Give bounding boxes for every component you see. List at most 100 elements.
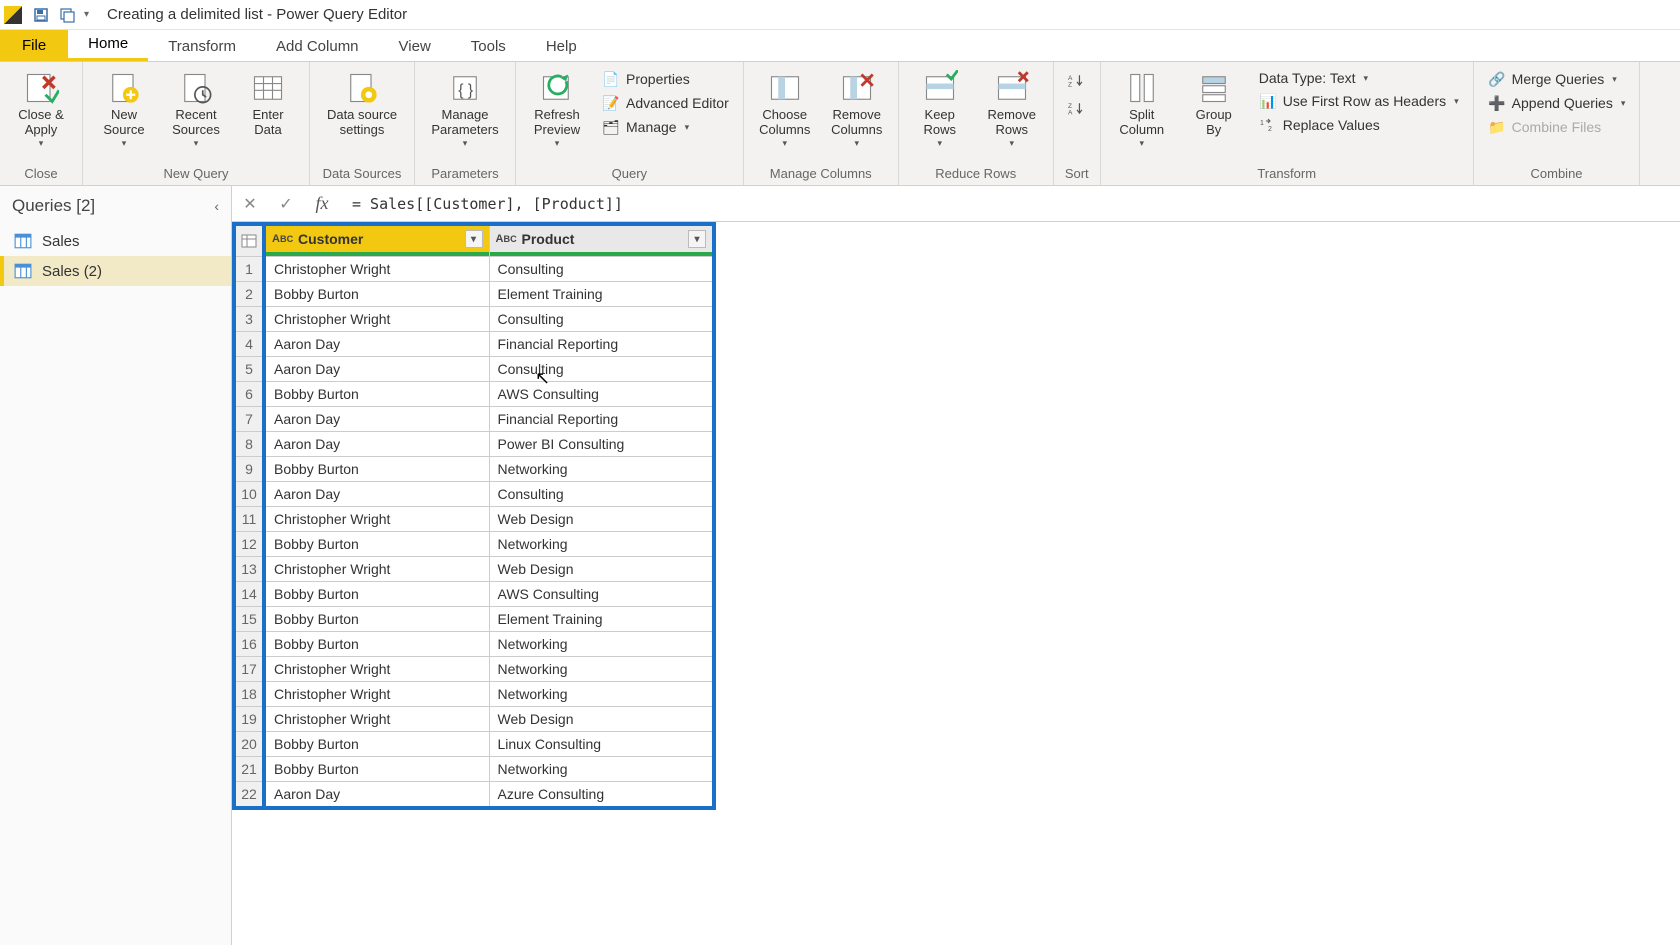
cell-product[interactable]: AWS Consulting [489, 582, 714, 607]
remove-columns-button[interactable]: Remove Columns▾ [822, 66, 892, 153]
cell-customer[interactable]: Bobby Burton [264, 732, 489, 757]
cell-product[interactable]: Networking [489, 632, 714, 657]
table-row[interactable]: 20Bobby BurtonLinux Consulting [234, 732, 714, 757]
tab-home[interactable]: Home [68, 29, 148, 61]
cell-customer[interactable]: Bobby Burton [264, 532, 489, 557]
cell-product[interactable]: Web Design [489, 557, 714, 582]
cell-customer[interactable]: Aaron Day [264, 782, 489, 809]
cell-customer[interactable]: Christopher Wright [264, 507, 489, 532]
table-row[interactable]: 22Aaron DayAzure Consulting [234, 782, 714, 809]
advanced-editor-button[interactable]: 📝Advanced Editor [598, 92, 733, 114]
cell-customer[interactable]: Aaron Day [264, 482, 489, 507]
cell-customer[interactable]: Christopher Wright [264, 707, 489, 732]
cell-customer[interactable]: Bobby Burton [264, 582, 489, 607]
table-row[interactable]: 21Bobby BurtonNetworking [234, 757, 714, 782]
properties-button[interactable]: 📄Properties [598, 68, 733, 90]
tab-tools[interactable]: Tools [451, 32, 526, 61]
choose-columns-button[interactable]: Choose Columns▾ [750, 66, 820, 153]
row-number[interactable]: 5 [234, 357, 264, 382]
row-number[interactable]: 19 [234, 707, 264, 732]
table-row[interactable]: 14Bobby BurtonAWS Consulting [234, 582, 714, 607]
row-number[interactable]: 21 [234, 757, 264, 782]
cell-product[interactable]: Element Training [489, 607, 714, 632]
row-number[interactable]: 4 [234, 332, 264, 357]
cell-customer[interactable]: Christopher Wright [264, 682, 489, 707]
row-number[interactable]: 6 [234, 382, 264, 407]
cell-product[interactable]: Financial Reporting [489, 407, 714, 432]
combine-files-button[interactable]: 📁Combine Files [1484, 116, 1630, 138]
data-type-button[interactable]: Data Type: Text▾ [1255, 68, 1463, 88]
table-row[interactable]: 1Christopher WrightConsulting [234, 257, 714, 282]
first-row-headers-button[interactable]: 📊Use First Row as Headers▾ [1255, 90, 1463, 112]
table-row[interactable]: 9Bobby BurtonNetworking [234, 457, 714, 482]
cell-product[interactable]: Power BI Consulting [489, 432, 714, 457]
table-row[interactable]: 11Christopher WrightWeb Design [234, 507, 714, 532]
formula-fx-icon[interactable]: fx [304, 190, 340, 218]
table-row[interactable]: 17Christopher WrightNetworking [234, 657, 714, 682]
sort-asc-button[interactable]: AZ [1064, 68, 1090, 94]
table-row[interactable]: 7Aaron DayFinancial Reporting [234, 407, 714, 432]
query-item-sales[interactable]: Sales [0, 226, 231, 256]
cell-product[interactable]: Consulting [489, 307, 714, 332]
cell-product[interactable]: Consulting [489, 357, 714, 382]
data-source-settings-button[interactable]: Data source settings [316, 66, 408, 142]
cell-product[interactable]: Networking [489, 757, 714, 782]
cell-customer[interactable]: Aaron Day [264, 432, 489, 457]
query-item-sales-2[interactable]: Sales (2) [0, 256, 231, 286]
table-row[interactable]: 15Bobby BurtonElement Training [234, 607, 714, 632]
split-column-button[interactable]: Split Column▾ [1107, 66, 1177, 153]
enter-data-button[interactable]: Enter Data [233, 66, 303, 142]
tab-transform[interactable]: Transform [148, 32, 256, 61]
table-row[interactable]: 3Christopher WrightConsulting [234, 307, 714, 332]
cell-customer[interactable]: Bobby Burton [264, 632, 489, 657]
sort-desc-button[interactable]: ZA [1064, 96, 1090, 122]
replace-values-button[interactable]: 12Replace Values [1255, 114, 1463, 136]
table-row[interactable]: 18Christopher WrightNetworking [234, 682, 714, 707]
new-source-button[interactable]: New Source▾ [89, 66, 159, 153]
cell-customer[interactable]: Christopher Wright [264, 657, 489, 682]
row-number[interactable]: 10 [234, 482, 264, 507]
cell-customer[interactable]: Christopher Wright [264, 257, 489, 282]
row-number[interactable]: 9 [234, 457, 264, 482]
row-number[interactable]: 16 [234, 632, 264, 657]
cell-product[interactable]: Networking [489, 657, 714, 682]
row-number[interactable]: 7 [234, 407, 264, 432]
cell-customer[interactable]: Christopher Wright [264, 307, 489, 332]
cell-customer[interactable]: Aaron Day [264, 407, 489, 432]
cell-customer[interactable]: Bobby Burton [264, 607, 489, 632]
column-header-product[interactable]: ABC Product ▾ [489, 224, 714, 257]
cell-product[interactable]: Azure Consulting [489, 782, 714, 809]
cell-product[interactable]: AWS Consulting [489, 382, 714, 407]
row-number[interactable]: 8 [234, 432, 264, 457]
table-row[interactable]: 16Bobby BurtonNetworking [234, 632, 714, 657]
tab-help[interactable]: Help [526, 32, 597, 61]
row-number[interactable]: 17 [234, 657, 264, 682]
cell-product[interactable]: Web Design [489, 707, 714, 732]
collapse-pane-icon[interactable]: ‹ [214, 198, 219, 214]
row-number[interactable]: 22 [234, 782, 264, 809]
table-row[interactable]: 4Aaron DayFinancial Reporting [234, 332, 714, 357]
cell-product[interactable]: Financial Reporting [489, 332, 714, 357]
grid-corner-icon[interactable] [234, 224, 264, 257]
row-number[interactable]: 12 [234, 532, 264, 557]
formula-commit-icon[interactable]: ✓ [268, 190, 304, 218]
row-number[interactable]: 1 [234, 257, 264, 282]
row-number[interactable]: 15 [234, 607, 264, 632]
tab-view[interactable]: View [379, 32, 451, 61]
cell-customer[interactable]: Christopher Wright [264, 557, 489, 582]
close-apply-button[interactable]: Close & Apply▾ [6, 66, 76, 153]
table-row[interactable]: 12Bobby BurtonNetworking [234, 532, 714, 557]
cell-customer[interactable]: Aaron Day [264, 357, 489, 382]
qat-save-icon[interactable] [30, 4, 52, 26]
merge-queries-button[interactable]: 🔗Merge Queries▾ [1484, 68, 1630, 90]
table-row[interactable]: 2Bobby BurtonElement Training [234, 282, 714, 307]
cell-customer[interactable]: Bobby Burton [264, 282, 489, 307]
append-queries-button[interactable]: ➕Append Queries▾ [1484, 92, 1630, 114]
column-filter-icon[interactable]: ▾ [688, 230, 706, 248]
table-row[interactable]: 10Aaron DayConsulting [234, 482, 714, 507]
row-number[interactable]: 18 [234, 682, 264, 707]
row-number[interactable]: 20 [234, 732, 264, 757]
refresh-preview-button[interactable]: Refresh Preview▾ [522, 66, 592, 153]
recent-sources-button[interactable]: Recent Sources▾ [161, 66, 231, 153]
table-row[interactable]: 13Christopher WrightWeb Design [234, 557, 714, 582]
